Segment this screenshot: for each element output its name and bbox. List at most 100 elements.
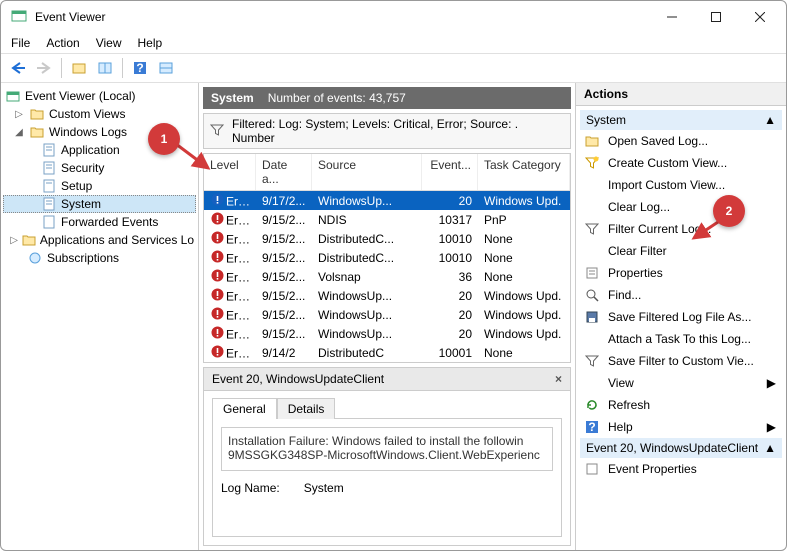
create-view-icon xyxy=(584,155,600,171)
toolbar-btn-1[interactable] xyxy=(68,57,90,79)
event-row[interactable]: Error 9/15/2... Volsnap 36 None xyxy=(204,267,570,286)
col-task[interactable]: Task Category xyxy=(478,154,570,190)
tree-custom-views[interactable]: ▷Custom Views xyxy=(3,105,196,123)
tree-subscriptions[interactable]: Subscriptions xyxy=(3,249,196,267)
event-message: Installation Failure: Windows failed to … xyxy=(221,427,553,471)
log-icon xyxy=(41,160,57,176)
expand-icon[interactable]: ▷ xyxy=(10,235,18,246)
detail-title: Event 20, WindowsUpdateClient xyxy=(212,372,384,386)
toolbar-btn-4[interactable] xyxy=(155,57,177,79)
collapse-icon[interactable]: ◢ xyxy=(13,127,25,138)
folder-icon xyxy=(29,124,45,140)
save-filter-icon xyxy=(584,353,600,369)
svg-text:?: ? xyxy=(588,420,595,434)
close-button[interactable] xyxy=(738,2,782,32)
logname-label: Log Name: xyxy=(221,481,280,495)
filter-summary: Filtered: Log: System; Levels: Critical,… xyxy=(203,113,571,149)
toolbar-btn-2[interactable] xyxy=(94,57,116,79)
col-event[interactable]: Event... xyxy=(422,154,478,190)
action-help-submenu[interactable]: ?Help▶ xyxy=(580,416,782,438)
folder-icon xyxy=(29,106,45,122)
action-attach-task[interactable]: Attach a Task To this Log... xyxy=(580,328,782,350)
action-clear-filter[interactable]: Clear Filter xyxy=(580,240,782,262)
event-viewer-icon xyxy=(5,88,21,104)
event-count: Number of events: 43,757 xyxy=(268,91,406,105)
submenu-arrow-icon: ▶ xyxy=(767,420,776,434)
help-icon: ? xyxy=(584,419,600,435)
properties-icon xyxy=(584,265,600,281)
action-view-submenu[interactable]: View▶ xyxy=(580,372,782,394)
log-icon xyxy=(41,142,57,158)
filter-icon xyxy=(584,221,600,237)
col-date[interactable]: Date a... xyxy=(256,154,312,190)
tree-apps-services[interactable]: ▷Applications and Services Lo xyxy=(3,231,196,249)
action-save-filter-view[interactable]: Save Filter to Custom Vie... xyxy=(580,350,782,372)
actions-section-event[interactable]: Event 20, WindowsUpdateClient▲ xyxy=(580,438,782,458)
actions-section-system[interactable]: System▲ xyxy=(580,110,782,130)
event-row[interactable]: Error 9/14/2 DistributedC 10001 None xyxy=(204,343,570,362)
filter-icon xyxy=(210,123,224,140)
folder-icon xyxy=(22,232,36,248)
tree-setup[interactable]: Setup xyxy=(3,177,196,195)
action-properties[interactable]: Properties xyxy=(580,262,782,284)
window-title: Event Viewer xyxy=(35,10,650,24)
action-clear-log[interactable]: Clear Log... xyxy=(580,196,782,218)
svg-text:?: ? xyxy=(136,61,143,75)
action-open-saved-log[interactable]: Open Saved Log... xyxy=(580,130,782,152)
tree-system[interactable]: System xyxy=(3,195,196,213)
logname-value: System xyxy=(304,481,344,495)
find-icon xyxy=(584,287,600,303)
event-grid: Level Date a... Source Event... Task Cat… xyxy=(203,153,571,363)
log-icon xyxy=(41,196,57,212)
folder-open-icon xyxy=(584,133,600,149)
tree-forwarded[interactable]: Forwarded Events xyxy=(3,213,196,231)
log-icon xyxy=(41,214,57,230)
event-row[interactable]: Error 9/15/2... NDIS 10317 PnP xyxy=(204,210,570,229)
center-header: System Number of events: 43,757 xyxy=(203,87,571,109)
menu-file[interactable]: File xyxy=(11,36,30,50)
action-filter-log[interactable]: Filter Current Log... xyxy=(580,218,782,240)
minimize-button[interactable] xyxy=(650,2,694,32)
col-source[interactable]: Source xyxy=(312,154,422,190)
event-row[interactable]: Error 9/17/2... WindowsUp... 20 Windows … xyxy=(204,191,570,210)
callout-2: 2 xyxy=(713,195,745,227)
action-find[interactable]: Find... xyxy=(580,284,782,306)
detail-close-icon[interactable]: × xyxy=(555,372,562,386)
refresh-icon xyxy=(584,397,600,413)
menu-bar: File Action View Help xyxy=(1,33,786,53)
action-create-custom-view[interactable]: Create Custom View... xyxy=(580,152,782,174)
tree-root[interactable]: Event Viewer (Local) xyxy=(3,87,196,105)
submenu-arrow-icon: ▶ xyxy=(767,376,776,390)
app-icon xyxy=(11,8,27,27)
tab-details[interactable]: Details xyxy=(277,398,336,419)
event-row[interactable]: Error 9/15/2... DistributedC... 10010 No… xyxy=(204,229,570,248)
action-event-properties[interactable]: Event Properties xyxy=(580,458,782,480)
tree-security[interactable]: Security xyxy=(3,159,196,177)
forward-button[interactable] xyxy=(33,57,55,79)
event-row[interactable]: Error 9/15/2... DistributedC... 10010 No… xyxy=(204,248,570,267)
actions-header: Actions xyxy=(576,83,786,106)
expand-icon[interactable]: ▷ xyxy=(13,109,25,120)
log-name: System xyxy=(211,91,254,105)
save-icon xyxy=(584,309,600,325)
menu-view[interactable]: View xyxy=(96,36,122,50)
callout-1: 1 xyxy=(148,123,180,155)
action-save-filtered[interactable]: Save Filtered Log File As... xyxy=(580,306,782,328)
event-row[interactable]: Error 9/15/2... WindowsUp... 20 Windows … xyxy=(204,286,570,305)
menu-action[interactable]: Action xyxy=(46,36,79,50)
event-row[interactable]: Error 9/15/2... WindowsUp... 20 Windows … xyxy=(204,305,570,324)
event-detail: Event 20, WindowsUpdateClient × General … xyxy=(203,367,571,546)
tab-general[interactable]: General xyxy=(212,398,277,419)
log-icon xyxy=(41,178,57,194)
maximize-button[interactable] xyxy=(694,2,738,32)
collapse-icon[interactable]: ▲ xyxy=(764,441,776,455)
collapse-icon[interactable]: ▲ xyxy=(764,113,776,127)
subscriptions-icon xyxy=(27,250,43,266)
menu-help[interactable]: Help xyxy=(138,36,163,50)
event-row[interactable]: Error 9/15/2... WindowsUp... 20 Windows … xyxy=(204,324,570,343)
toolbar: ? xyxy=(1,53,786,83)
toolbar-help-button[interactable]: ? xyxy=(129,57,151,79)
back-button[interactable] xyxy=(7,57,29,79)
action-refresh[interactable]: Refresh xyxy=(580,394,782,416)
action-import-custom-view[interactable]: Import Custom View... xyxy=(580,174,782,196)
